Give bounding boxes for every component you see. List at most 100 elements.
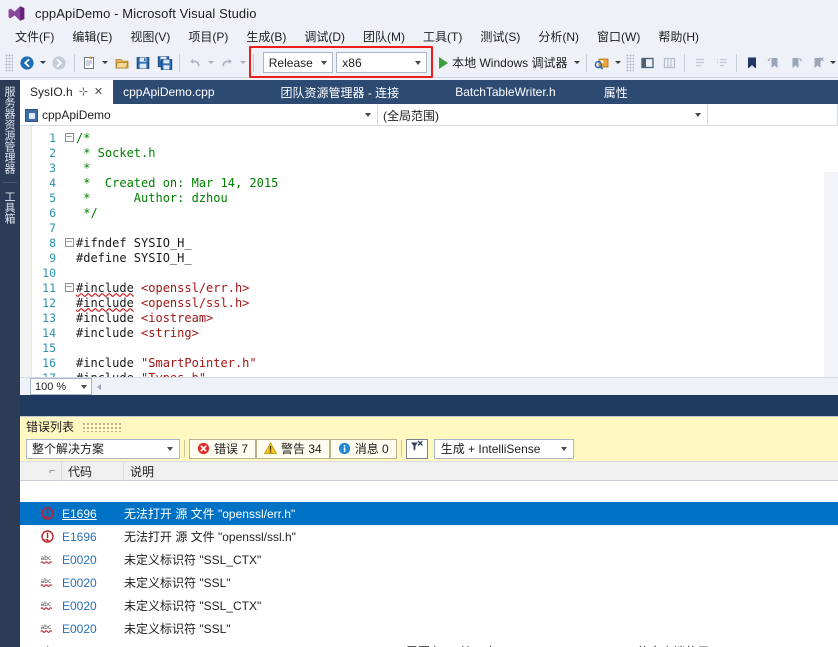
error-code-link[interactable]: E1696 [62,507,124,521]
code-token: */ [76,205,98,220]
menu-item-edit[interactable]: 编辑(E) [63,26,121,48]
menu-item-help[interactable]: 帮助(H) [649,26,708,48]
chevron-down-icon [365,113,371,117]
error-scope-combo[interactable]: 整个解决方案 [26,438,180,459]
code-line: 13 #include <iostream> [20,310,838,325]
menu-item-analyze[interactable]: 分析(N) [529,26,588,48]
toggle-bookmark-icon[interactable] [741,52,763,74]
pin-icon[interactable]: ⊹ [79,86,88,98]
panel-grip[interactable] [82,421,123,432]
attach-dropdown-icon[interactable] [613,52,624,74]
menu-item-test[interactable]: 测试(S) [471,26,529,48]
toggle-properties-icon[interactable] [659,52,681,74]
error-list-row[interactable]: abc E0020 未定义标识符 "SSL_CTX" [20,594,838,617]
error-code-link[interactable]: E1696 [62,530,124,544]
column-header-code[interactable]: 代码 [62,461,124,481]
error-list-row[interactable]: E1696 无法打开 源 文件 "openssl/err.h" [20,502,838,525]
toggle-solution-explorer-icon[interactable] [637,52,659,74]
code-editor[interactable]: 1–/* 2 * Socket.h 3 * 4 * Created on: Mar 1… [20,126,838,395]
navigate-backward-icon[interactable] [16,52,38,74]
comment-selection-icon[interactable] [689,52,711,74]
error-code-link[interactable]: E0020 [62,576,124,590]
scroll-left-icon[interactable] [92,380,106,394]
editor-tab-sysio-h[interactable]: SysIO.h ⊹ ✕ [20,80,114,104]
solution-configuration-combo[interactable]: Release [262,52,334,73]
next-bookmark-icon[interactable] [784,52,806,74]
undo-dropdown-icon[interactable] [206,52,217,74]
navigate-forward-icon[interactable] [48,52,70,74]
menu-item-debug[interactable]: 调试(D) [295,26,354,48]
clear-filter-button[interactable] [405,438,428,459]
undo-icon[interactable] [184,52,206,74]
errors-toggle-button[interactable]: 错误 7 [189,438,257,459]
line-number: 11 [42,280,56,295]
new-project-dropdown-icon[interactable] [100,52,111,74]
toolbar-grip[interactable] [5,53,13,72]
error-list-row[interactable]: E1696 无法打开 源 文件 "openssl/ssl.h" [20,525,838,548]
redo-icon[interactable] [217,52,239,74]
open-file-icon[interactable] [111,52,133,74]
column-header-sort[interactable]: ⌐ [20,461,62,481]
editor-vertical-scrollbar[interactable] [824,172,838,377]
menu-item-tools[interactable]: 工具(T) [414,26,471,48]
uncomment-selection-icon[interactable] [711,52,733,74]
toolbar-grip[interactable] [626,53,635,72]
close-icon[interactable]: ✕ [94,86,103,98]
menu-item-team[interactable]: 团队(M) [354,26,414,48]
editor-tab-properties[interactable]: 属性 [594,80,638,104]
warnings-toggle-button[interactable]: 警告 34 [256,438,330,459]
dock-tab-toolbox[interactable]: 工具箱 [0,185,17,230]
fold-collapse-icon[interactable]: – [62,237,76,248]
svg-text:abc: abc [41,555,52,562]
error-code-link[interactable]: E0020 [62,622,124,636]
toolbar-overflow-icon[interactable] [827,52,838,74]
build-intellisense-combo[interactable]: 生成 + IntelliSense [433,438,574,459]
squiggle-icon: abc [20,576,62,589]
navigation-scope-combo[interactable]: (全局范围) [378,104,708,126]
code-token: /* [76,130,91,145]
menu-item-build[interactable]: 生成(B) [237,26,295,48]
menu-item-file[interactable]: 文件(F) [6,26,63,48]
save-all-icon[interactable] [154,52,176,74]
navigation-project-combo[interactable]: cppApiDemo [20,104,378,126]
editor-tab-team-explorer[interactable]: 团队资源管理器 - 连接 [271,80,410,104]
redo-dropdown-icon[interactable] [238,52,249,74]
menu-item-view[interactable]: 视图(V) [121,26,179,48]
line-number: 2 [49,145,56,160]
error-code-link[interactable]: E0020 [62,553,124,567]
new-project-icon[interactable] [79,52,101,74]
code-line: 5 * Author: dzhou [20,190,838,205]
debug-target-dropdown-icon[interactable] [572,52,583,74]
line-number: 3 [49,160,56,175]
clear-bookmarks-icon[interactable] [806,52,828,74]
dock-tab-server-explorer[interactable]: 服务器资源管理器 [0,80,17,180]
start-debugging-button[interactable]: 本地 Windows 调试器 [435,52,571,74]
save-icon[interactable] [132,52,154,74]
dock-tab-separator [3,182,17,183]
fold-collapse-icon[interactable]: – [62,282,76,293]
toolbar-separator [684,53,686,72]
error-list-row[interactable]: C4251"dolphindb::Counter::count_": struc… [20,640,838,647]
editor-horizontal-scrollbar[interactable] [112,379,836,394]
toolbar-separator [179,53,181,72]
warning-icon [263,442,278,455]
attach-to-process-icon[interactable] [591,52,613,74]
error-list-row[interactable]: abc E0020 未定义标识符 "SSL" [20,571,838,594]
navigate-backward-dropdown-icon[interactable] [37,52,48,74]
menu-item-project[interactable]: 项目(P) [179,26,237,48]
code-text: * Created on: Mar 14, 2015 [76,176,838,190]
error-code-link[interactable]: E0020 [62,599,124,613]
error-list-row[interactable]: abc E0020 未定义标识符 "SSL_CTX" [20,548,838,571]
zoom-level-combo[interactable]: 100 % [30,378,92,395]
editor-tab-cppapidemo-cpp[interactable]: cppApiDemo.cpp [113,80,224,104]
editor-tab-batchtablewriter-h[interactable]: BatchTableWriter.h [445,80,566,104]
column-header-description[interactable]: 说明 [124,461,838,481]
solution-platform-combo[interactable]: x86 [336,52,428,73]
navigation-member-combo[interactable] [708,104,838,126]
fold-collapse-icon[interactable]: – [62,132,76,143]
messages-toggle-button[interactable]: 消息 0 [329,438,397,459]
menu-item-window[interactable]: 窗口(W) [588,26,649,48]
error-list-row[interactable]: abc E0020 未定义标识符 "SSL" [20,617,838,640]
previous-bookmark-icon[interactable] [763,52,785,74]
